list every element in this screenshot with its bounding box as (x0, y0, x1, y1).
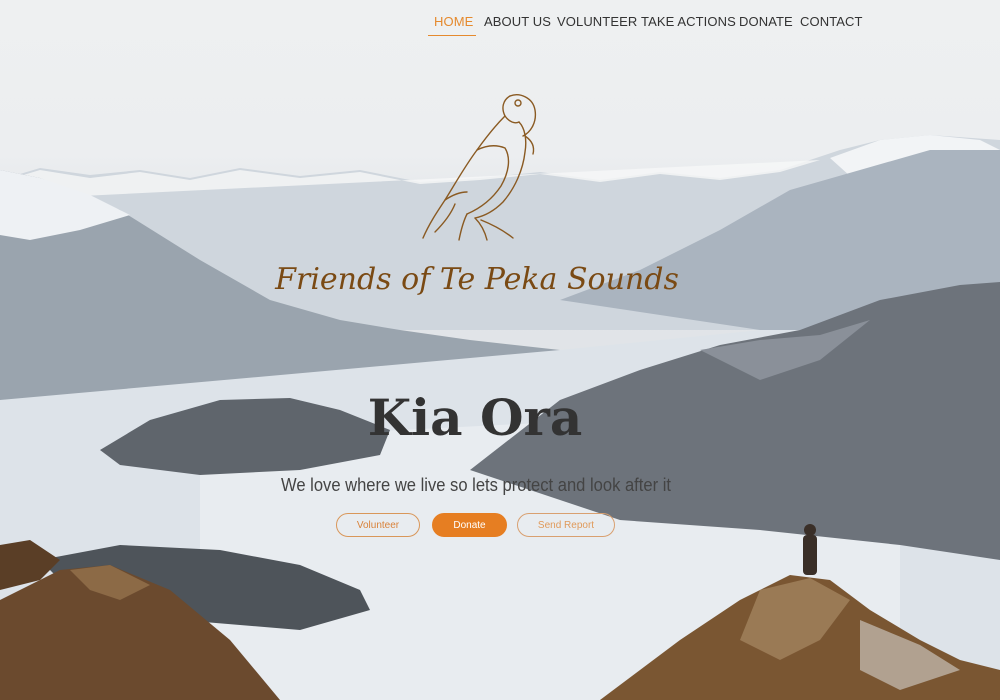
nav-item-volunteer[interactable]: VOLUNTEER (557, 14, 637, 29)
send-report-button[interactable]: Send Report (517, 513, 615, 537)
nav-item-about-us[interactable]: ABOUT US (484, 14, 551, 29)
kea-bird-icon (422, 94, 537, 241)
nav-active-underline (428, 35, 476, 36)
nav-item-home[interactable]: HOME (434, 14, 473, 29)
hero-tagline: We love where we live so lets protect an… (281, 475, 671, 495)
donate-button[interactable]: Donate (432, 513, 507, 537)
nav-item-donate[interactable]: DONATE (739, 14, 793, 29)
nav-item-contact[interactable]: CONTACT (800, 14, 863, 29)
hero-headline: Kia Ora (367, 388, 583, 447)
volunteer-button[interactable]: Volunteer (336, 513, 420, 537)
site-title: Friends of Te Peka Sounds (275, 262, 679, 297)
main-navigation: HOME ABOUT US VOLUNTEER TAKE ACTIONS DON… (0, 0, 1000, 44)
nav-item-take-actions[interactable]: TAKE ACTIONS (641, 14, 736, 29)
